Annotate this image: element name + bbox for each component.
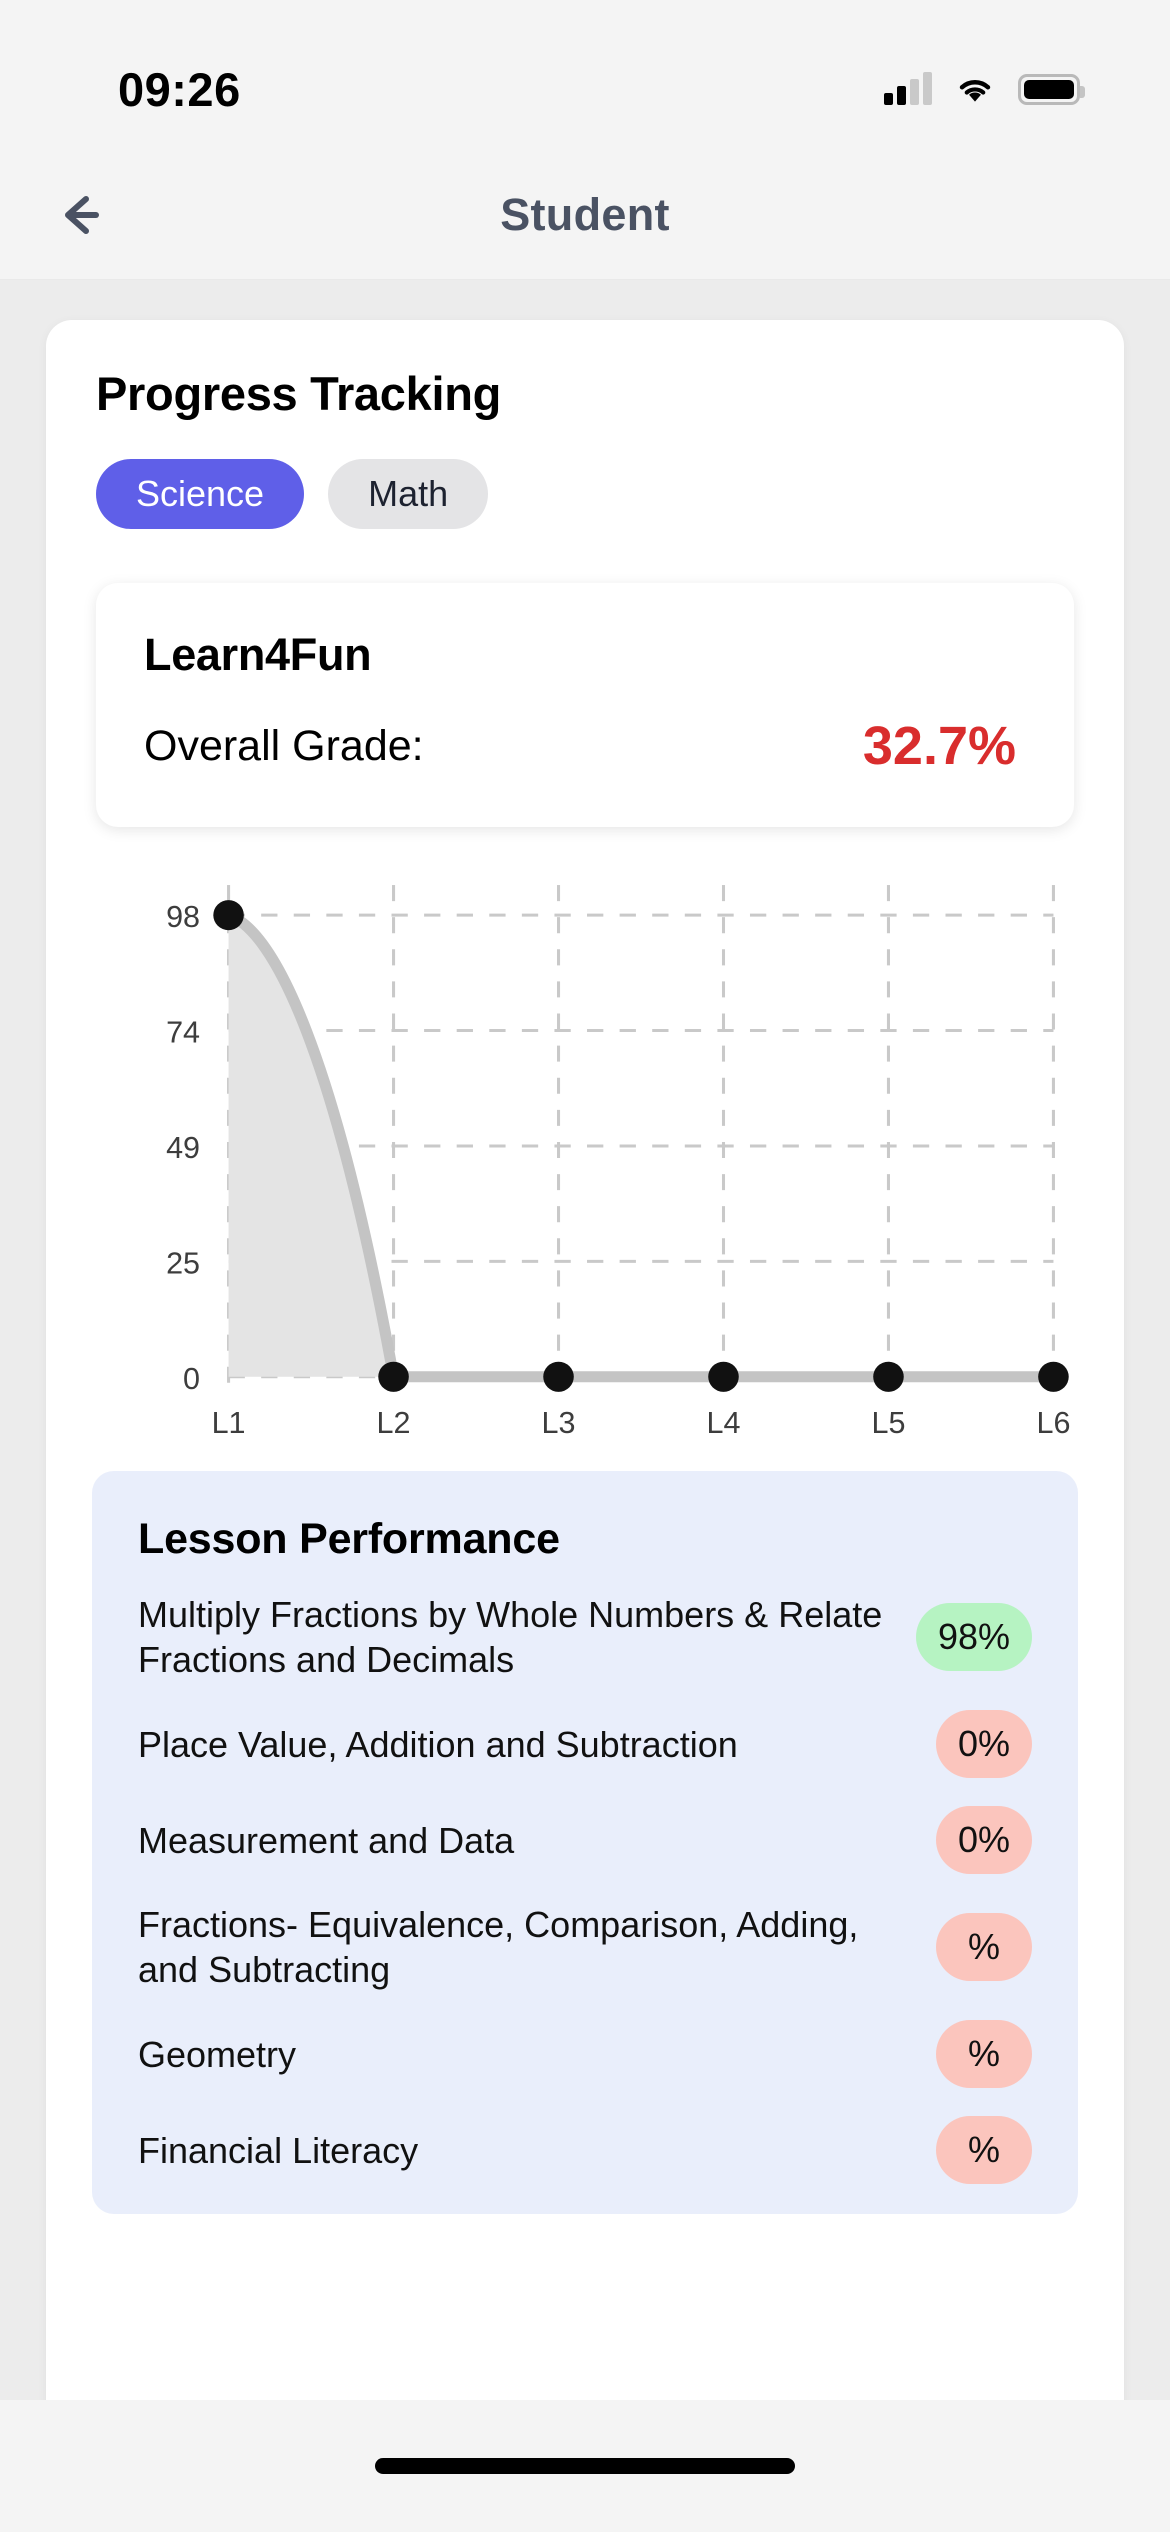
overall-grade-row: Overall Grade: 32.7% [144,715,1026,777]
list-item[interactable]: Fractions- Equivalence, Comparison, Addi… [138,1874,1032,1992]
lesson-name: Fractions- Equivalence, Comparison, Addi… [138,1904,859,1990]
x-tick-1: L2 [377,1407,411,1437]
progress-chart: 98 74 49 25 0 L1 L2 L3 L4 L5 L6 [46,827,1124,1437]
scroll-content[interactable]: Progress Tracking Science Math Learn4Fun… [0,280,1170,2400]
x-tick-4: L5 [871,1407,905,1437]
lesson-name: Measurement and Data [138,1819,515,1861]
overall-grade-label: Overall Grade: [144,721,424,770]
status-badge: % [936,2116,1032,2184]
navigation-bar: Student [0,150,1170,280]
status-bar: 09:26 [0,0,1170,150]
lesson-name: Multiply Fractions by Whole Numbers & Re… [138,1594,883,1680]
chart-area-fill [228,915,1054,1377]
list-item[interactable]: Geometry % [138,1992,1032,2088]
subject-tabs: Science Math [46,421,1124,529]
cellular-signal-icon [884,72,932,105]
phone-screen: 09:26 Student Progress Tracking Science … [0,0,1170,2532]
progress-tracking-title: Progress Tracking [96,367,502,420]
list-item[interactable]: Measurement and Data 0% [138,1778,1032,1874]
progress-chart-svg: 98 74 49 25 0 L1 L2 L3 L4 L5 L6 [166,885,1070,1437]
home-indicator-area [0,2400,1170,2532]
battery-icon [1018,73,1085,105]
lesson-performance-title: Lesson Performance [138,1515,560,1563]
y-tick-1: 74 [166,1017,200,1050]
overall-grade-value: 32.7% [862,716,1016,776]
status-badge: % [936,1913,1032,1981]
home-indicator[interactable] [375,2458,795,2474]
lesson-performance-panel: Lesson Performance Multiply Fractions by… [92,1471,1078,2214]
lesson-name: Place Value, Addition and Subtraction [138,1723,738,1765]
list-item[interactable]: Multiply Fractions by Whole Numbers & Re… [138,1564,1032,1682]
status-icons [884,72,1085,105]
status-badge: 0% [935,1710,1032,1778]
list-item[interactable]: Place Value, Addition and Subtraction 0% [138,1682,1032,1778]
y-tick-0: 98 [166,901,200,934]
y-tick-3: 25 [166,1248,200,1281]
status-badge: 0% [935,1806,1032,1874]
lesson-name: Financial Literacy [138,2129,419,2171]
status-badge: 98% [915,1603,1032,1671]
x-tick-0: L1 [212,1407,246,1437]
y-tick-4: 0 [183,1363,200,1396]
tab-math[interactable]: Math [328,459,489,529]
overall-grade-card[interactable]: Learn4Fun Overall Grade: 32.7% [96,583,1074,827]
page-title: Student [500,188,670,240]
y-tick-2: 49 [166,1132,200,1165]
lesson-name: Geometry [138,2033,297,2075]
wifi-icon [959,79,991,102]
x-tick-5: L6 [1036,1407,1070,1437]
list-item[interactable]: Financial Literacy % [138,2088,1032,2184]
status-time: 09:26 [118,62,241,116]
x-tick-2: L3 [542,1407,576,1437]
status-badge: % [936,2020,1032,2088]
tab-science[interactable]: Science [96,459,305,529]
course-name: Learn4Fun [144,629,372,680]
x-tick-3: L4 [707,1407,741,1437]
progress-tracking-card: Progress Tracking Science Math Learn4Fun… [46,320,1124,2400]
